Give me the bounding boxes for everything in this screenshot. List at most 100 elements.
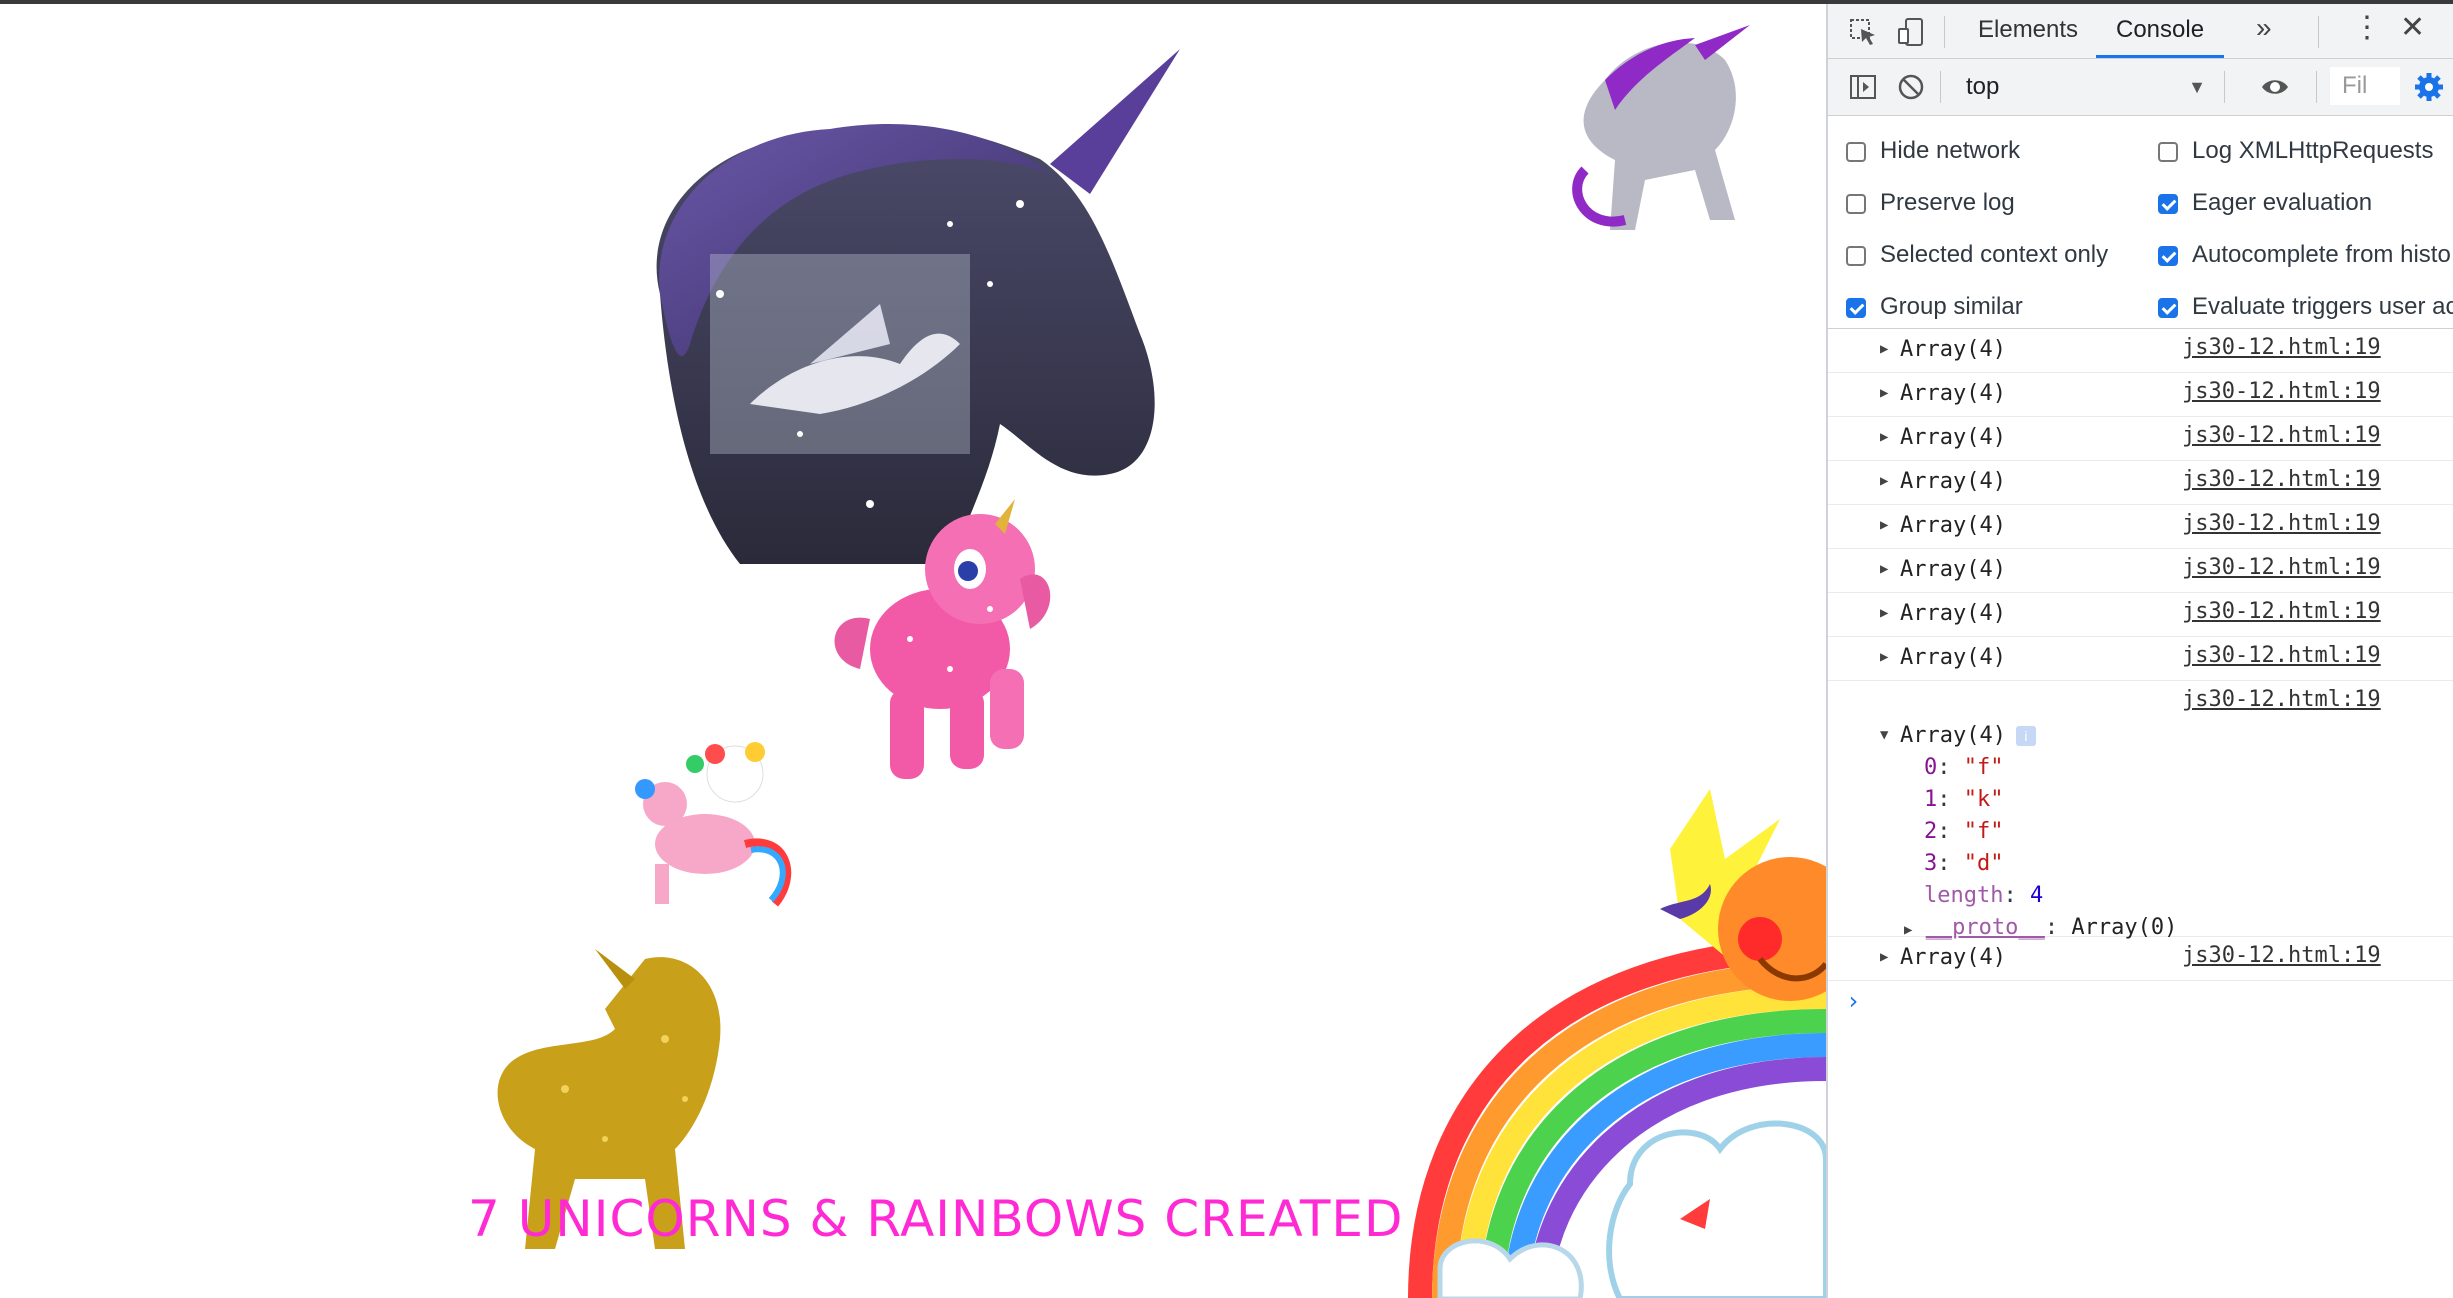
log-source-link[interactable]: js30-12.html:19 [2182, 379, 2381, 404]
device-toolbar-icon[interactable] [1896, 17, 1926, 47]
setting-log-xmlhttprequests[interactable]: Log XMLHttpRequests [2158, 134, 2433, 168]
context-selector[interactable]: top ▼ [1954, 71, 2216, 103]
setting-hide-network[interactable]: Hide network [1846, 134, 2020, 168]
tab-elements[interactable]: Elements [1958, 4, 2098, 58]
log-source-link[interactable]: js30-12.html:19 [2182, 943, 2381, 968]
setting-selected-context-only[interactable]: Selected context only [1846, 238, 2108, 272]
log-message: Array(4) [1900, 425, 2006, 450]
checkbox-checked[interactable] [2158, 246, 2178, 266]
live-expression-eye-icon[interactable] [2260, 72, 2290, 102]
checkbox[interactable] [1846, 194, 1866, 214]
log-source-link[interactable]: js30-12.html:19 [2182, 335, 2381, 360]
log-message: Array(4) [1900, 945, 2006, 970]
checkbox[interactable] [1846, 142, 1866, 162]
expand-arrow-icon[interactable]: ▶ [1880, 341, 1888, 357]
log-row[interactable]: ▶ Array(4) js30-12.html:19 [1828, 593, 2453, 637]
log-message: Array(4) [1900, 513, 2006, 538]
expand-arrow-icon[interactable]: ▶ [1880, 949, 1888, 965]
array-item: 3: "d" [1924, 851, 2004, 876]
log-row[interactable]: ▶ Array(4) js30-12.html:19 [1828, 417, 2453, 461]
log-row[interactable]: ▶ Array(4) js30-12.html:19 [1828, 637, 2453, 681]
tab-console[interactable]: Console [2096, 4, 2225, 58]
log-message: Array(4) i [1900, 723, 2036, 748]
toolbar-separator [1944, 16, 1945, 48]
rainbow-sun-cloud-image [1408, 789, 1826, 1298]
checkbox-checked[interactable] [1846, 298, 1866, 318]
array-length: length: 4 [1924, 883, 2044, 908]
log-row[interactable]: ▶ Array(4) js30-12.html:19 [1828, 937, 2453, 981]
expand-arrow-icon[interactable]: ▶ [1880, 561, 1888, 577]
close-icon[interactable]: ✕ [2400, 10, 2425, 45]
dropdown-arrow-icon: ▼ [2188, 77, 2206, 97]
expand-arrow-icon[interactable]: ▶ [1880, 429, 1888, 445]
setting-evaluate-triggers-user-activation[interactable]: Evaluate triggers user ac [2158, 290, 2453, 324]
array-item: 2: "f" [1924, 819, 2004, 844]
filter-input[interactable]: Fil [2330, 67, 2400, 105]
toolbar-separator [1940, 71, 1941, 103]
array-item: 0: "f" [1924, 755, 2004, 780]
unicorn-count-caption: 7 UNICORNS & RAINBOWS CREATED [468, 1190, 1404, 1248]
log-row[interactable]: ▶ Array(4) js30-12.html:19 [1828, 549, 2453, 593]
log-message: Array(4) [1900, 381, 2006, 406]
expand-arrow-icon[interactable]: ▶ [1880, 385, 1888, 401]
log-row[interactable]: ▶ Array(4) js30-12.html:19 [1828, 461, 2453, 505]
toolbar-separator [2318, 16, 2319, 48]
log-message: Array(4) [1900, 337, 2006, 362]
checkbox-checked[interactable] [2158, 194, 2178, 214]
checkbox[interactable] [1846, 246, 1866, 266]
rainbow-kitty-unicorn-image [635, 742, 792, 907]
expand-arrow-icon[interactable]: ▶ [1880, 473, 1888, 489]
toolbar-separator [2224, 71, 2225, 103]
clear-console-icon[interactable] [1896, 72, 1926, 102]
log-source-link[interactable]: js30-12.html:19 [2182, 599, 2381, 624]
log-row[interactable]: ▶ Array(4) js30-12.html:19 [1828, 373, 2453, 417]
checkbox-checked[interactable] [2158, 298, 2178, 318]
setting-eager-evaluation[interactable]: Eager evaluation [2158, 186, 2372, 220]
log-message: Array(4) [1900, 469, 2006, 494]
setting-preserve-log[interactable]: Preserve log [1846, 186, 2015, 220]
log-source-link[interactable]: js30-12.html:19 [2182, 555, 2381, 580]
log-message: Array(4) [1900, 601, 2006, 626]
console-settings-gear-icon[interactable] [2414, 72, 2444, 102]
log-row[interactable]: ▶ Array(4) js30-12.html:19 [1828, 505, 2453, 549]
context-value: top [1966, 73, 2000, 100]
devtools-panel: Elements Console » ⋮ ✕ top ▼ Fil Hide ne… [1826, 4, 2453, 1298]
console-prompt[interactable]: › [1846, 987, 1860, 1015]
log-source-link[interactable]: js30-12.html:19 [2182, 511, 2381, 536]
expand-arrow-icon[interactable]: ▶ [1880, 605, 1888, 621]
inspect-element-icon[interactable] [1848, 17, 1878, 47]
checkbox[interactable] [2158, 142, 2178, 162]
setting-label: Evaluate triggers user ac [2192, 293, 2453, 320]
toolbar-separator [2316, 71, 2317, 103]
log-source-link[interactable]: js30-12.html:19 [2182, 467, 2381, 492]
log-message: Array(4) [1900, 557, 2006, 582]
log-source-link[interactable]: js30-12.html:19 [2182, 423, 2381, 448]
setting-label: Hide network [1880, 137, 2021, 164]
log-source-link[interactable]: js30-12.html:19 [2182, 643, 2381, 668]
log-row[interactable]: ▶ Array(4) js30-12.html:19 [1828, 329, 2453, 373]
setting-label: Eager evaluation [2192, 189, 2373, 216]
array-summary: Array(4) [1900, 723, 2006, 748]
console-toolbar: top ▼ Fil [1828, 59, 2453, 116]
chevron-double-right-icon[interactable]: » [2256, 12, 2272, 44]
expand-arrow-icon[interactable]: ▶ [1880, 517, 1888, 533]
expand-arrow-icon[interactable]: ▶ [1880, 649, 1888, 665]
purple-glitter-unicorn-image [1572, 25, 1750, 230]
setting-label: Preserve log [1880, 189, 2015, 216]
sidebar-toggle-icon[interactable] [1848, 72, 1878, 102]
setting-label: Log XMLHttpRequests [2192, 137, 2434, 164]
console-settings: Hide network Log XMLHttpRequests Preserv… [1828, 116, 2453, 329]
unicorn-head-image [656, 49, 1180, 564]
log-source-link[interactable]: js30-12.html:19 [2182, 687, 2381, 712]
collapse-arrow-icon[interactable]: ▼ [1880, 727, 1888, 743]
log-row-expanded[interactable]: js30-12.html:19 ▼ Array(4) i 0: "f" 1: "k… [1828, 681, 2453, 940]
setting-group-similar[interactable]: Group similar [1846, 290, 2023, 324]
pink-pegasus-image [834, 499, 1051, 779]
devtools-tabbar: Elements Console » ⋮ ✕ [1828, 4, 2453, 59]
log-message: Array(4) [1900, 645, 2006, 670]
expand-arrow-icon[interactable]: ▶ [1904, 922, 1912, 938]
page-viewport: 7 UNICORNS & RAINBOWS CREATED [0, 4, 1826, 1298]
setting-autocomplete-from-history[interactable]: Autocomplete from histo [2158, 238, 2451, 272]
array-item: 1: "k" [1924, 787, 2004, 812]
kebab-menu-icon[interactable]: ⋮ [2352, 10, 2382, 45]
